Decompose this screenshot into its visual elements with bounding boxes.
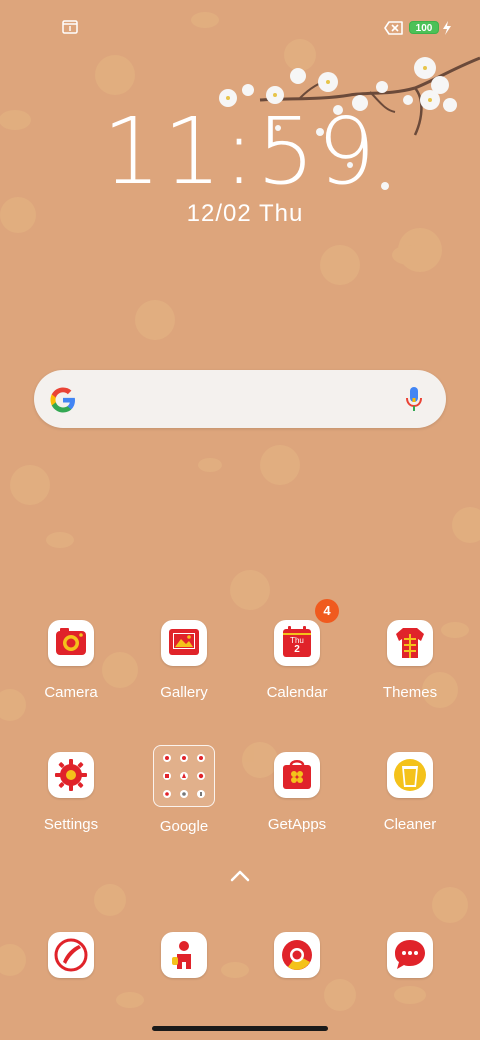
app-calendar[interactable]: Thu 2 Calendar	[242, 620, 352, 720]
google-search-bar[interactable]	[34, 370, 446, 428]
calendar-notification-badge: 4	[315, 599, 339, 623]
app-getapps[interactable]: GetApps	[242, 752, 352, 852]
gallery-icon	[161, 620, 207, 666]
gesture-navigation-bar[interactable]	[152, 1026, 328, 1031]
cleaner-icon	[387, 752, 433, 798]
dock-messages[interactable]	[355, 932, 465, 982]
folder-icon	[153, 745, 215, 807]
app-folder-google[interactable]: Google	[129, 745, 239, 852]
clock-time[interactable]: 11:59	[0, 98, 480, 205]
app-label: Themes	[382, 684, 438, 701]
messages-icon	[387, 932, 433, 978]
calendar-notification-icon	[62, 20, 78, 34]
app-label: Cleaner	[383, 816, 437, 833]
app-drawer-chevron-up-icon[interactable]	[229, 868, 251, 884]
app-label: Camera	[44, 684, 98, 701]
dock-phone[interactable]	[16, 932, 126, 982]
app-label: Gallery	[160, 684, 208, 701]
contacts-icon	[161, 932, 207, 978]
app-label: Settings	[43, 816, 99, 833]
app-settings[interactable]: Settings	[16, 752, 126, 852]
battery-icon: 100	[409, 21, 439, 34]
no-sim-icon	[384, 21, 403, 35]
microphone-icon[interactable]	[404, 385, 424, 413]
calendar-icon: Thu 2	[274, 620, 320, 666]
camera-icon	[48, 620, 94, 666]
themes-icon	[387, 620, 433, 666]
clock-date[interactable]: 12/02 Thu	[0, 200, 480, 228]
chrome-icon	[274, 932, 320, 978]
app-label: GetApps	[267, 816, 327, 833]
app-gallery[interactable]: Gallery	[129, 620, 239, 720]
getapps-icon	[274, 752, 320, 798]
dock-chrome[interactable]	[242, 932, 352, 982]
app-label: Calendar	[266, 684, 328, 701]
settings-icon	[48, 752, 94, 798]
app-camera[interactable]: Camera	[16, 620, 126, 720]
dock-contacts[interactable]	[129, 932, 239, 982]
app-label: Google	[159, 818, 209, 835]
phone-icon	[48, 932, 94, 978]
calendar-date-text: 2	[294, 644, 300, 655]
app-themes[interactable]: Themes	[355, 620, 465, 720]
app-cleaner[interactable]: Cleaner	[355, 752, 465, 852]
google-logo-icon	[50, 387, 75, 413]
charging-icon	[443, 21, 451, 35]
